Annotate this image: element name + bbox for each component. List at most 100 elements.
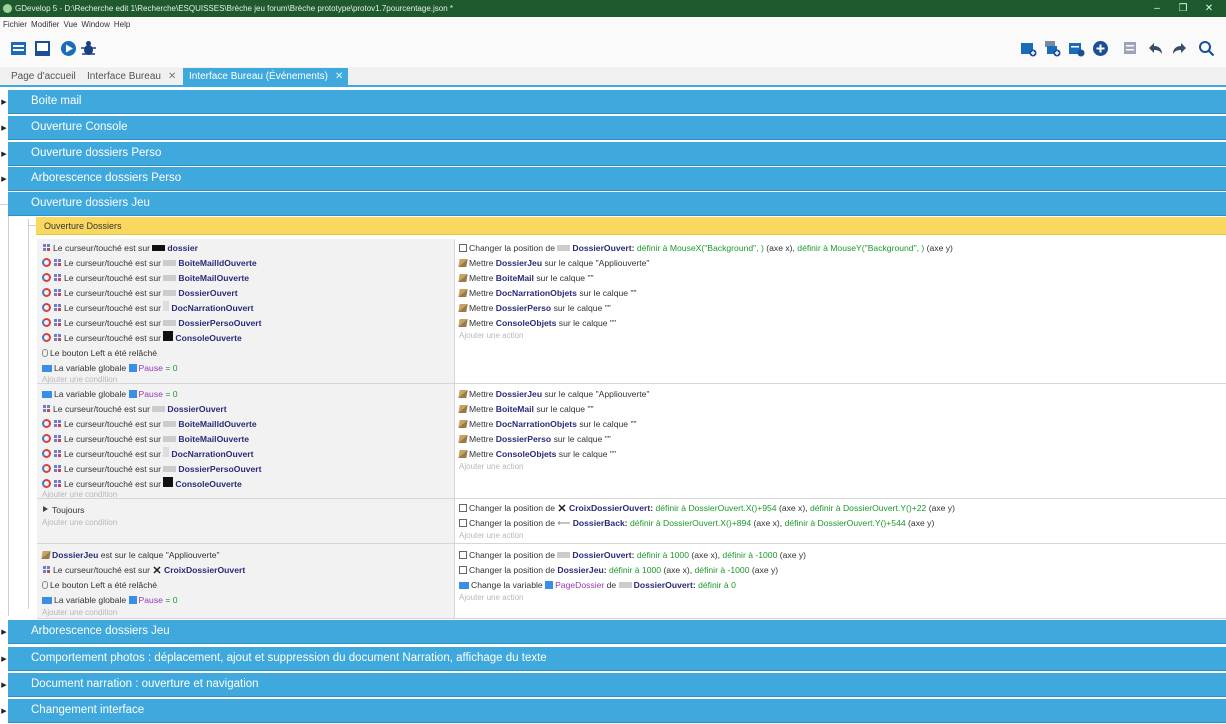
object-thumbnail-icon — [163, 421, 177, 427]
expand-arrow-icon[interactable]: ▶ — [0, 89, 8, 115]
tree-line — [8, 216, 9, 616]
action[interactable]: Mettre DossierJeu sur le calque "Appliou… — [458, 256, 649, 270]
add-action-link[interactable]: Ajouter une action — [459, 460, 524, 474]
event-block[interactable]: Toujours Ajouter une condition Changer l… — [37, 499, 1226, 544]
condition[interactable]: Le curseur/touché est sur ✕ CroixDossier… — [42, 563, 245, 577]
event-group[interactable]: Ouverture dossiers Perso — [8, 142, 1226, 166]
condition[interactable]: Le curseur/touché est sur DossierPersoOu… — [42, 462, 261, 476]
condition[interactable]: Le curseur/touché est sur dossier — [42, 241, 198, 255]
expand-arrow-icon[interactable]: ▶ — [0, 672, 8, 698]
scene-editor-icon[interactable] — [34, 40, 51, 57]
delete-icon[interactable] — [1123, 40, 1140, 57]
action[interactable]: Changer la position de ✕ CroixDossierOuv… — [459, 501, 955, 515]
menu-modifier[interactable]: Modifier — [31, 20, 59, 29]
add-condition-link[interactable]: Ajouter une condition — [42, 516, 117, 530]
menu-help[interactable]: Help — [114, 20, 130, 29]
close-tab-icon[interactable]: ✕ — [168, 71, 176, 82]
condition[interactable]: Le bouton Left a été relâché — [42, 578, 157, 592]
action[interactable]: Mettre ConsoleObjets sur le calque "" — [458, 316, 616, 330]
redo-icon[interactable] — [1171, 40, 1188, 57]
add-comment-icon[interactable] — [1068, 40, 1085, 57]
action[interactable]: Mettre DossierPerso sur le calque "" — [458, 432, 611, 446]
search-icon[interactable] — [1198, 40, 1215, 57]
expand-arrow-icon[interactable]: ▶ — [0, 619, 8, 645]
condition-text: Toujours — [52, 505, 85, 515]
condition[interactable]: Le curseur/touché est sur ConsoleOuverte — [42, 331, 242, 345]
condition-text: Le bouton — [50, 348, 89, 358]
menu-vue[interactable]: Vue — [63, 20, 77, 29]
conditions-column: Toujours Ajouter une condition — [37, 499, 455, 543]
object-name: DossierOuvert — [633, 580, 693, 590]
mouse-button-name: Left — [90, 580, 105, 590]
event-group[interactable]: Arborescence dossiers Jeu — [8, 620, 1226, 644]
event-group-expanded[interactable]: Ouverture dossiers Jeu — [8, 192, 1226, 216]
add-action-link[interactable]: Ajouter une action — [459, 329, 524, 343]
action[interactable]: Mettre DossierJeu sur le calque "Appliou… — [458, 387, 649, 401]
condition[interactable]: Le curseur/touché est sur BoiteMailOuver… — [42, 432, 249, 446]
action[interactable]: Mettre BoiteMail sur le calque "" — [458, 402, 594, 416]
expand-arrow-icon[interactable]: ▶ — [0, 141, 8, 167]
event-group[interactable]: Ouverture Console — [8, 116, 1226, 140]
expand-arrow-icon[interactable]: ▶ — [0, 115, 8, 141]
action[interactable]: Changer la position de DossierOuvert: dé… — [459, 548, 806, 562]
undo-icon[interactable] — [1147, 40, 1164, 57]
object-name: DossierBack — [572, 518, 625, 528]
event-group[interactable]: Document narration : ouverture et naviga… — [8, 673, 1226, 697]
add-action-link[interactable]: Ajouter une action — [459, 591, 524, 605]
tab-interface-bureau[interactable]: Interface Bureau ✕ — [87, 68, 176, 85]
condition[interactable]: Le bouton Left a été relâché — [42, 346, 157, 360]
event-block[interactable]: Le curseur/touché est sur dossier Le cur… — [37, 239, 1226, 384]
action[interactable]: Mettre DocNarrationObjets sur le calque … — [458, 417, 637, 431]
tab-interface-bureau-evenements[interactable]: Interface Bureau (Événements) ✕ — [183, 68, 349, 85]
action[interactable]: Changer la position de DossierJeu: défin… — [459, 563, 778, 577]
action[interactable]: Change la variable PageDossier de Dossie… — [459, 578, 736, 592]
menu-fichier[interactable]: Fichier — [3, 20, 27, 29]
variable-value: = 0 — [165, 595, 178, 605]
close-window-button[interactable]: ✕ — [1198, 0, 1220, 17]
condition[interactable]: Le curseur/touché est sur DocNarrationOu… — [42, 301, 254, 315]
action[interactable]: Changer la position de DossierOuvert: dé… — [459, 241, 953, 255]
action[interactable]: Mettre BoiteMail sur le calque "" — [458, 271, 594, 285]
menu-window[interactable]: Window — [81, 20, 109, 29]
window-titlebar: GDevelop 5 - D:\Recherche edit 1\Recherc… — [0, 0, 1226, 17]
condition[interactable]: La variable globale Pause = 0 — [42, 593, 178, 607]
expand-arrow-icon[interactable]: ▶ — [0, 166, 8, 192]
condition[interactable]: DossierJeu est sur le calque "Appliouver… — [41, 548, 220, 562]
add-more-icon[interactable] — [1092, 40, 1109, 57]
event-group[interactable]: Comportement photos : déplacement, ajout… — [8, 647, 1226, 671]
add-event-icon[interactable] — [1020, 40, 1037, 57]
layer-icon — [458, 405, 468, 413]
expand-arrow-icon[interactable]: ▶ — [0, 646, 8, 672]
maximize-button[interactable]: ❐ — [1172, 0, 1194, 17]
condition[interactable]: La variable globale Pause = 0 — [42, 387, 178, 401]
event-block[interactable]: La variable globale Pause = 0 Le curseur… — [37, 384, 1226, 499]
action[interactable]: Mettre DossierPerso sur le calque "" — [458, 301, 611, 315]
event-group[interactable]: Arborescence dossiers Perso — [8, 167, 1226, 191]
event-subgroup[interactable]: Ouverture Dossiers — [36, 217, 1226, 235]
preview-play-icon[interactable] — [60, 40, 77, 57]
project-manager-icon[interactable] — [10, 40, 27, 57]
condition[interactable]: Le curseur/touché est sur DossierOuvert — [42, 402, 227, 416]
action[interactable]: Mettre ConsoleObjets sur le calque "" — [458, 447, 616, 461]
event-group[interactable]: Changement interface — [8, 699, 1226, 723]
add-condition-link[interactable]: Ajouter une condition — [42, 606, 117, 620]
minimize-button[interactable]: – — [1146, 0, 1168, 17]
condition[interactable]: Le curseur/touché est sur BoiteMailldOuv… — [42, 256, 257, 270]
condition[interactable]: Le curseur/touché est sur DossierOuvert — [42, 286, 238, 300]
condition[interactable]: Le curseur/touché est sur BoiteMailOuver… — [42, 271, 249, 285]
tab-page-accueil[interactable]: Page d'accueil — [11, 68, 76, 85]
condition[interactable]: Le curseur/touché est sur BoiteMailldOuv… — [42, 417, 257, 431]
condition[interactable]: Le curseur/touché est sur DocNarrationOu… — [42, 447, 254, 461]
condition[interactable]: Toujours — [42, 503, 84, 517]
close-tab-icon[interactable]: ✕ — [335, 71, 343, 82]
action[interactable]: Changer la position de ⟵ DossierBack: dé… — [459, 516, 934, 530]
add-action-link[interactable]: Ajouter une action — [459, 529, 524, 543]
action[interactable]: Mettre DocNarrationObjets sur le calque … — [458, 286, 637, 300]
event-group[interactable]: Boite mail — [8, 90, 1226, 114]
object-thumbnail-icon — [163, 447, 170, 457]
add-sub-event-icon[interactable] — [1044, 40, 1061, 57]
expand-arrow-icon[interactable]: ▶ — [0, 698, 8, 724]
event-block[interactable]: DossierJeu est sur le calque "Appliouver… — [37, 544, 1226, 619]
condition[interactable]: Le curseur/touché est sur DossierPersoOu… — [42, 316, 261, 330]
debug-bug-icon[interactable] — [80, 40, 97, 57]
